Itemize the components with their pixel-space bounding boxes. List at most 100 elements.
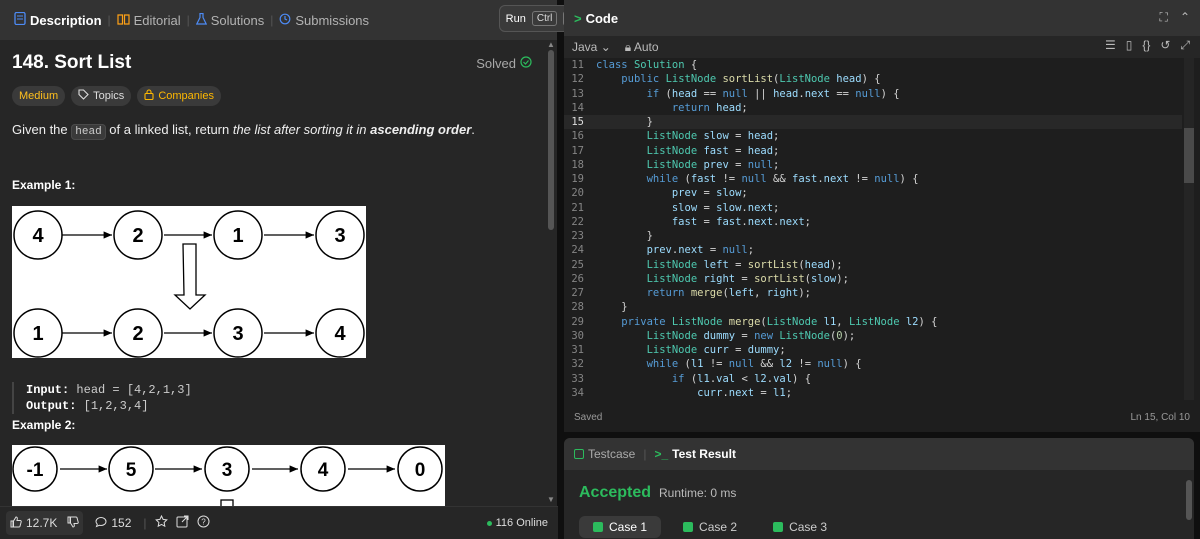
test-result-label: Test Result: [672, 447, 736, 461]
tab-test-result[interactable]: >_ Test Result: [654, 447, 735, 461]
code-title: Code: [585, 10, 619, 26]
book-icon: [117, 13, 130, 28]
code-line[interactable]: 17 ListNode fast = head;: [564, 144, 1182, 158]
language-label: Java: [572, 40, 598, 54]
topics-button[interactable]: Topics: [71, 86, 132, 106]
code-line[interactable]: 34 curr.next = l1;: [564, 386, 1182, 400]
format-icon[interactable]: ☰: [1105, 38, 1116, 53]
case-tabs: Case 1 Case 2 Case 3: [579, 516, 841, 538]
code-line[interactable]: 15 }: [564, 115, 1182, 130]
node-value: 3: [232, 323, 243, 345]
testcase-label: Testcase: [588, 447, 636, 461]
tab-testcase[interactable]: Testcase: [574, 447, 635, 461]
scrollbar-thumb[interactable]: [1184, 128, 1194, 183]
node-value: 4: [334, 323, 346, 345]
code-editor[interactable]: 11 class Solution {12 public ListNode sor…: [564, 58, 1182, 400]
code-line[interactable]: 28 }: [564, 300, 1182, 314]
case-tab[interactable]: Case 3: [759, 516, 841, 538]
code-line[interactable]: 11 class Solution {: [564, 58, 1182, 72]
comment-count: 152: [111, 516, 132, 530]
language-select[interactable]: Java ⌄: [572, 40, 611, 54]
code-line[interactable]: 24 prev.next = null;: [564, 243, 1182, 257]
bookmark-icon[interactable]: ▯: [1126, 38, 1133, 53]
node-value: 5: [126, 460, 137, 481]
result-panel: Testcase | >_ Test Result Accepted Runti…: [564, 438, 1194, 539]
code-line[interactable]: 19 while (fast != null && fast.next != n…: [564, 172, 1182, 186]
collapse-icon[interactable]: ⌃: [1180, 10, 1190, 25]
tab-description[interactable]: Description: [8, 0, 108, 40]
code-line[interactable]: 31 ListNode curr = dummy;: [564, 343, 1182, 357]
line-number: 29: [571, 315, 584, 328]
code-line[interactable]: 18 ListNode prev = null;: [564, 158, 1182, 172]
desc-text: Given the: [12, 122, 72, 137]
companies-button[interactable]: Companies: [137, 86, 221, 106]
line-number: 21: [571, 201, 584, 214]
code-line[interactable]: 25 ListNode left = sortList(head);: [564, 258, 1182, 272]
problem-panel: Description | Editorial | Solutions | Su…: [0, 0, 558, 539]
editor-scrollbar[interactable]: [1184, 58, 1194, 400]
problem-title[interactable]: 148. Sort List: [12, 52, 532, 74]
problem-scrollbar[interactable]: ▲ ▼: [546, 40, 556, 506]
line-number: 31: [571, 344, 584, 356]
scroll-up-icon[interactable]: ▲: [547, 40, 555, 49]
code-line[interactable]: 20 prev = slow;: [564, 186, 1182, 200]
tab-editorial[interactable]: Editorial: [111, 0, 187, 40]
code-line[interactable]: 26 ListNode right = sortList(slow);: [564, 272, 1182, 286]
check-icon: [593, 522, 603, 532]
code-line[interactable]: 21 slow = slow.next;: [564, 201, 1182, 215]
scrollbar-thumb[interactable]: [1186, 480, 1192, 520]
code-window-tools: ⛶ ⌃: [1160, 10, 1190, 25]
line-number: 14: [571, 101, 584, 114]
code-line[interactable]: 13 if (head == null || head.next == null…: [564, 87, 1182, 101]
tab-submissions[interactable]: Submissions: [273, 0, 375, 40]
tab-solutions-label: Solutions: [210, 12, 265, 28]
code-line[interactable]: 23 }: [564, 229, 1182, 243]
tab-editorial-label: Editorial: [133, 12, 181, 28]
result-tabs: Testcase | >_ Test Result: [564, 438, 1194, 470]
code-line[interactable]: 30 ListNode dummy = new ListNode(0);: [564, 329, 1182, 343]
terminal-icon: >_: [654, 447, 669, 461]
comments-button[interactable]: 152: [91, 511, 135, 535]
cursor-position: Ln 15, Col 10: [1130, 411, 1191, 423]
case-label: Case 3: [789, 520, 828, 534]
thumbs-down-icon[interactable]: [67, 516, 80, 531]
result-scrollbar[interactable]: [1184, 468, 1194, 538]
code-line[interactable]: 12 public ListNode sortList(ListNode hea…: [564, 72, 1182, 86]
code-line[interactable]: 32 while (l1 != null && l2 != null) {: [564, 357, 1182, 371]
like-button[interactable]: 12.7K: [6, 511, 84, 535]
code-text: if (head == null || head.next == null) {: [646, 87, 900, 100]
case-tab[interactable]: Case 2: [669, 516, 751, 538]
problem-tags: Medium Topics Companies: [12, 86, 532, 106]
help-icon[interactable]: ?: [197, 515, 210, 531]
line-number: 18: [571, 158, 584, 171]
scrollbar-thumb[interactable]: [548, 50, 554, 230]
desc-text: .: [471, 122, 475, 137]
example-1-image: 4 2 1 3 1 2 3 4: [12, 206, 366, 358]
share-icon[interactable]: [176, 515, 189, 531]
solved-label: Solved: [476, 56, 516, 71]
code-line[interactable]: 29 private ListNode merge(ListNode l1, L…: [564, 315, 1182, 329]
reset-icon[interactable]: ↺: [1160, 38, 1170, 53]
line-number: 22: [571, 215, 584, 228]
line-number: 34: [571, 386, 584, 399]
node-value: 1: [32, 323, 43, 345]
scroll-down-icon[interactable]: ▼: [547, 495, 555, 504]
braces-icon[interactable]: {}: [1142, 38, 1150, 53]
node-value: 2: [132, 225, 143, 247]
fullscreen-icon[interactable]: ⤢: [1180, 38, 1190, 53]
code-line[interactable]: 22 fast = fast.next.next;: [564, 215, 1182, 229]
code-line[interactable]: 27 return merge(left, right);: [564, 286, 1182, 300]
star-icon[interactable]: [154, 514, 168, 531]
node-value: 1: [232, 225, 243, 247]
code-line[interactable]: 14 return head;: [564, 101, 1182, 115]
tab-solutions[interactable]: Solutions: [190, 0, 270, 40]
maximize-icon[interactable]: ⛶: [1160, 10, 1168, 25]
code-line[interactable]: 16 ListNode slow = head;: [564, 129, 1182, 143]
flask-icon: [195, 12, 207, 28]
check-icon: [683, 522, 694, 532]
auto-mode[interactable]: 🔒︎ Auto: [625, 40, 659, 55]
code-line[interactable]: 33 if (l1.val < l2.val) {: [564, 372, 1182, 386]
code-text: }: [596, 301, 628, 314]
case-tab[interactable]: Case 1: [579, 516, 662, 538]
desc-emphasis: the list after sorting it in: [232, 122, 371, 137]
